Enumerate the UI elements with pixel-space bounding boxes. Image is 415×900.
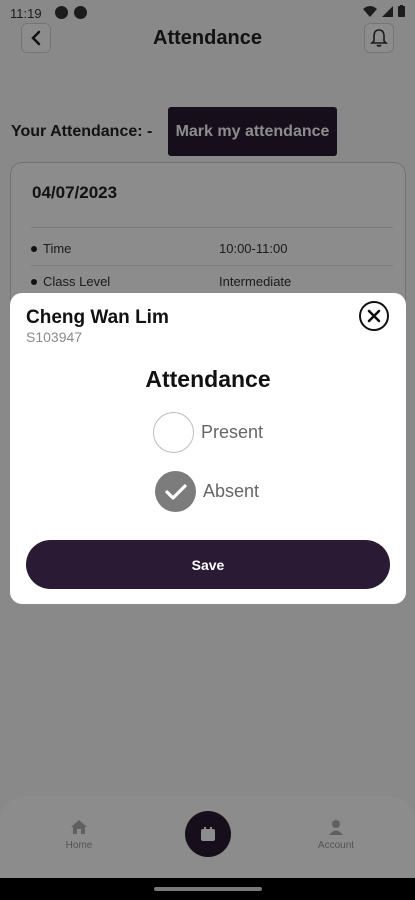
absent-radio[interactable] (155, 471, 196, 512)
option-present[interactable]: Present (153, 412, 263, 453)
checkmark-icon (164, 483, 187, 500)
close-button[interactable] (359, 301, 389, 331)
present-label: Present (201, 422, 264, 442)
save-button[interactable]: Save (26, 540, 390, 589)
student-name: Cheng Wan Lim (26, 307, 169, 328)
absent-label: Absent (203, 481, 260, 501)
close-icon (367, 309, 381, 323)
attendance-modal: Cheng Wan Lim S103947 Attendance Present… (10, 293, 406, 604)
present-radio[interactable] (153, 412, 194, 453)
option-absent[interactable]: Absent (155, 471, 259, 512)
modal-title: Attendance (145, 366, 271, 392)
student-id: S103947 (26, 329, 83, 345)
